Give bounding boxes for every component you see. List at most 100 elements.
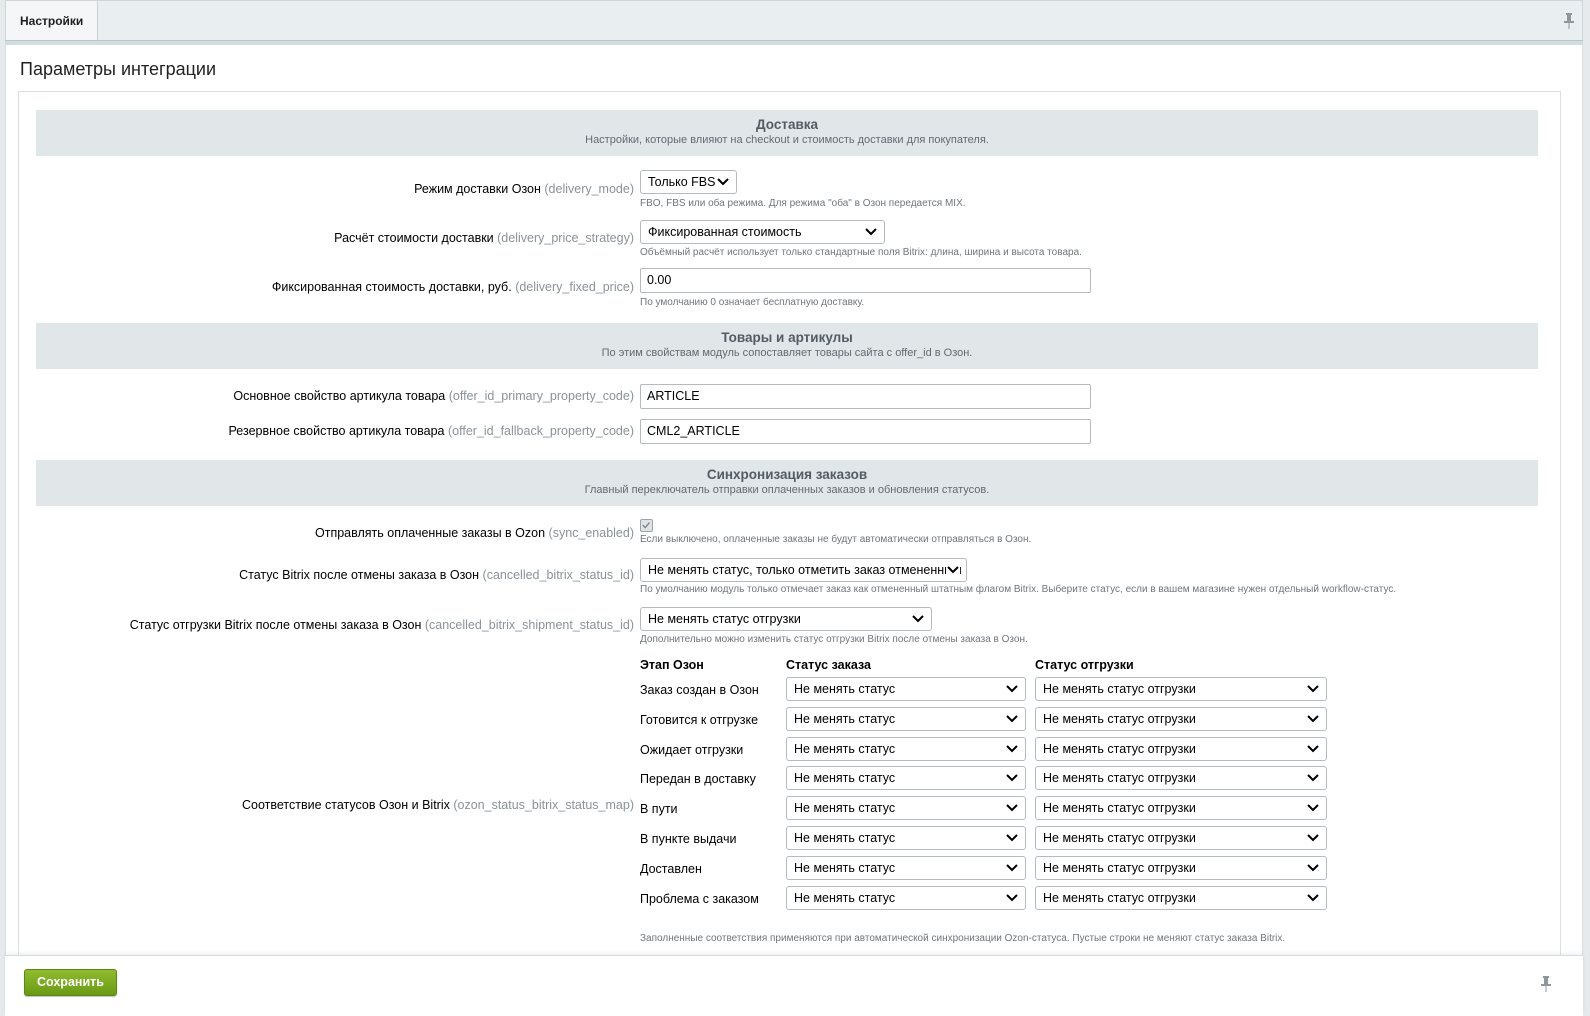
stage-label: Заказ создан в Озон (640, 683, 759, 697)
delivery-price-strategy-select[interactable]: Фиксированная стоимость (640, 220, 885, 244)
field-code: (sync_enabled) (548, 526, 634, 540)
shipment-status-select[interactable]: Не менять статус отгрузки (1035, 706, 1327, 731)
field-hint: По умолчанию 0 означает бесплатную доста… (640, 297, 865, 308)
cancelled-bitrix-status-select[interactable]: Не менять статус, только отметить заказ … (640, 558, 967, 582)
order-status-select[interactable]: Не менять статус (786, 796, 1026, 821)
section-delivery: Доставка Настройки, которые влияют на ch… (36, 110, 1538, 156)
order-status-select[interactable]: Не менять статус (786, 706, 1026, 731)
order-status-select[interactable]: Не менять статус (786, 736, 1026, 761)
shipment-status-select[interactable]: Не менять статус отгрузки (1035, 736, 1327, 761)
field-hint: Объёмный расчёт использует только станда… (640, 247, 1082, 258)
stage-label: В пункте выдачи (640, 832, 737, 846)
tab-bar: Настройки (5, 0, 1583, 41)
field-label: Режим доставки Озон (delivery_mode) (414, 182, 634, 196)
stage-label: Доставлен (640, 861, 702, 876)
field-hint: Дополнительно можно изменить статус отгр… (640, 634, 1028, 645)
section-orders: Синхронизация заказов Главный переключат… (36, 460, 1538, 506)
chevron-down-icon (1006, 774, 1018, 782)
section-subtitle: Главный переключатель отправки оплаченны… (584, 484, 990, 496)
page-title: Параметры интеграции (20, 59, 217, 79)
section-subtitle: Настройки, которые влияют на checkout и … (585, 134, 989, 146)
chevron-down-icon (1307, 864, 1319, 872)
settings-panel: Параметры интеграции Доставка Настройки,… (5, 45, 1583, 1011)
field-code: (offer_id_fallback_property_code) (448, 424, 634, 438)
field-label: Статус отгрузки Bitrix после отмены зака… (129, 618, 634, 632)
check-icon (642, 522, 650, 529)
chevron-down-icon (1307, 804, 1319, 812)
field-label: Соответствие статусов Озон и Bitrix (ozo… (242, 798, 634, 812)
field-code: (delivery_mode) (544, 182, 634, 196)
field-code: (offer_id_primary_property_code) (448, 389, 634, 403)
field-hint: FBO, FBS или оба режима. Для режима "оба… (640, 198, 966, 209)
field-hint: Если выключено, оплаченные заказы не буд… (640, 534, 1032, 545)
column-header-order-status: Статус заказа (786, 658, 871, 672)
chevron-down-icon (1006, 715, 1018, 723)
field-code: (delivery_price_strategy) (497, 231, 634, 245)
row-status-map: Соответствие статусов Озон и Bitrix (ozo… (36, 655, 1538, 955)
shipment-status-select[interactable]: Не менять статус отгрузки (1035, 885, 1327, 910)
footer-bar: Сохранить (5, 955, 1583, 1016)
shipment-status-select[interactable]: Не менять статус отгрузки (1035, 677, 1327, 701)
delivery-fixed-price-input[interactable]: 0.00 (640, 268, 1091, 293)
chevron-down-icon (1307, 893, 1319, 902)
chevron-down-icon (865, 228, 877, 236)
chevron-down-icon (1307, 774, 1319, 782)
field-hint: По умолчанию модуль только отмечает зака… (640, 584, 1397, 595)
shipment-status-select[interactable]: Не менять статус отгрузки (1035, 796, 1327, 821)
field-label: Резервное свойство артикула товара (offe… (228, 424, 634, 438)
chevron-down-icon (1006, 834, 1018, 842)
chevron-down-icon (912, 615, 924, 623)
order-status-select[interactable]: Не менять статус (786, 855, 1026, 880)
save-button[interactable]: Сохранить (24, 969, 117, 996)
field-code: (cancelled_bitrix_status_id) (482, 568, 634, 582)
stage-label: Готовится к отгрузке (640, 712, 759, 727)
stage-label: Проблема с заказом (640, 891, 759, 906)
offer-id-primary-input[interactable]: ARTICLE (640, 384, 1091, 409)
chevron-down-icon (1006, 804, 1018, 812)
section-subtitle: По этим свойствам модуль сопоставляет то… (601, 347, 973, 359)
tab-settings[interactable]: Настройки (6, 1, 98, 41)
shipment-status-select[interactable]: Не менять статус отгрузки (1035, 766, 1327, 791)
chevron-down-icon (1307, 834, 1319, 842)
pin-icon[interactable] (1541, 976, 1551, 992)
column-header-stage: Этап Озон (640, 658, 704, 672)
chevron-down-icon (1307, 744, 1319, 753)
stage-label: Передан в доставку (640, 772, 756, 787)
stage-label: Ожидает отгрузки (640, 742, 744, 757)
field-label: Отправлять оплаченные заказы в Ozon (syn… (315, 526, 634, 540)
section-title: Товары и артикулы (721, 330, 853, 345)
field-hint: Заполненные соответствия применяются при… (640, 933, 1286, 944)
offer-id-fallback-input[interactable]: CML2_ARTICLE (640, 419, 1091, 444)
chevron-down-icon (1006, 685, 1018, 693)
field-code: (ozon_status_bitrix_status_map) (453, 798, 634, 812)
chevron-down-icon (946, 563, 960, 577)
field-label: Основное свойство артикула товара (offer… (233, 389, 634, 403)
shipment-status-select[interactable]: Не менять статус отгрузки (1035, 855, 1327, 880)
section-title: Доставка (755, 117, 819, 132)
order-status-select[interactable]: Не менять статус (786, 885, 1026, 910)
column-header-shipment-status: Статус отгрузки (1035, 658, 1134, 672)
section-title: Синхронизация заказов (706, 467, 868, 482)
field-label: Расчёт стоимости доставки (delivery_pric… (334, 231, 634, 245)
order-status-select[interactable]: Не менять статус (786, 677, 1026, 701)
delivery-mode-select[interactable]: Только FBS (640, 170, 737, 194)
sync-enabled-checkbox[interactable] (640, 519, 653, 532)
cancelled-shipment-status-select[interactable]: Не менять статус отгрузки (640, 607, 932, 631)
chevron-down-icon (717, 178, 729, 186)
order-status-select[interactable]: Не менять статус (786, 826, 1026, 850)
pin-icon[interactable] (1564, 13, 1574, 29)
chevron-down-icon (1307, 685, 1319, 693)
shipment-status-select[interactable]: Не менять статус отгрузки (1035, 826, 1327, 850)
field-code: (delivery_fixed_price) (515, 280, 634, 294)
field-label: Статус Bitrix после отмены заказа в Озон… (239, 568, 634, 582)
chevron-down-icon (1307, 715, 1319, 723)
field-label: Фиксированная стоимость доставки, руб. (… (271, 280, 634, 294)
stage-label: В пути (640, 802, 678, 817)
section-products: Товары и артикулы По этим свойствам моду… (36, 323, 1538, 369)
chevron-down-icon (1006, 864, 1018, 872)
form-container: Доставка Настройки, которые влияют на ch… (18, 91, 1561, 1011)
chevron-down-icon (1006, 744, 1018, 753)
order-status-select[interactable]: Не менять статус (786, 766, 1026, 791)
chevron-down-icon (1006, 893, 1018, 902)
field-code: (cancelled_bitrix_shipment_status_id) (424, 618, 634, 632)
